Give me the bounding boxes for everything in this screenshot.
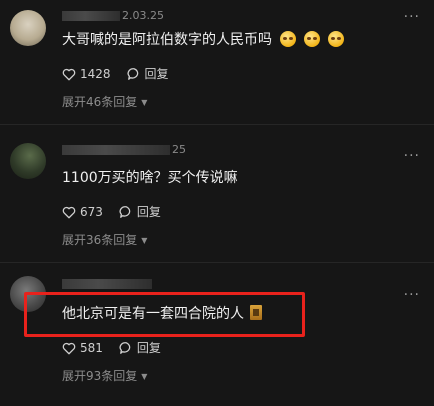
like-count: 581 [80, 341, 103, 355]
like-button[interactable]: 1428 [62, 66, 111, 82]
divider [0, 124, 434, 125]
comment-meta [62, 278, 154, 290]
comment-actions: 1428 回复 [62, 66, 185, 82]
comment-actions: 581 回复 [62, 340, 177, 356]
blurred-username [62, 11, 120, 21]
comment-meta: 2.03.25 [62, 10, 164, 22]
expand-replies-link[interactable]: 展开36条回复 ▼ [62, 233, 147, 248]
reply-button[interactable]: 回复 [119, 340, 161, 356]
comment-text: 大哥喊的是阿拉伯数字的人民币吗 [62, 30, 344, 50]
like-count: 1428 [80, 67, 111, 81]
comment-bubble-icon [119, 342, 131, 354]
ellipsis-icon[interactable]: ··· [404, 288, 420, 302]
ellipsis-icon[interactable]: ··· [404, 149, 420, 163]
reply-button[interactable]: 回复 [119, 204, 161, 220]
comment-date: 25 [172, 143, 186, 156]
expand-replies-link[interactable]: 展开93条回复 ▼ [62, 369, 147, 384]
reply-label: 回复 [136, 205, 161, 219]
chevron-down-icon: ▼ [141, 372, 148, 381]
reply-button[interactable]: 回复 [127, 66, 169, 82]
chevron-down-icon: ▼ [141, 236, 148, 245]
comment-date: 2.03.25 [122, 9, 164, 22]
like-button[interactable]: 581 [62, 340, 103, 356]
avatar[interactable] [10, 143, 46, 179]
like-button[interactable]: 673 [62, 204, 103, 220]
expand-replies-link[interactable]: 展开46条回复 ▼ [62, 95, 147, 110]
blurred-username [62, 145, 170, 155]
like-count: 673 [80, 205, 103, 219]
reply-label: 回复 [136, 341, 161, 355]
comment-text: 1100万买的啥？买个传说嘛 [62, 170, 238, 186]
reply-label: 回复 [144, 67, 169, 81]
avatar[interactable] [10, 10, 46, 46]
heart-icon [62, 68, 76, 80]
grimace-emoji [328, 31, 344, 47]
grimace-emoji [280, 31, 296, 47]
heart-icon [62, 206, 76, 218]
highlight-box [24, 292, 305, 337]
heart-icon [62, 342, 76, 354]
comment-actions: 673 回复 [62, 204, 177, 220]
grimace-emoji [304, 31, 320, 47]
ellipsis-icon[interactable]: ··· [404, 10, 420, 24]
blurred-username [62, 279, 152, 289]
divider [0, 262, 434, 263]
comment-meta: 25 [62, 144, 186, 156]
comment-bubble-icon [127, 68, 138, 80]
comment-bubble-icon [119, 206, 131, 218]
chevron-down-icon: ▼ [141, 98, 148, 107]
